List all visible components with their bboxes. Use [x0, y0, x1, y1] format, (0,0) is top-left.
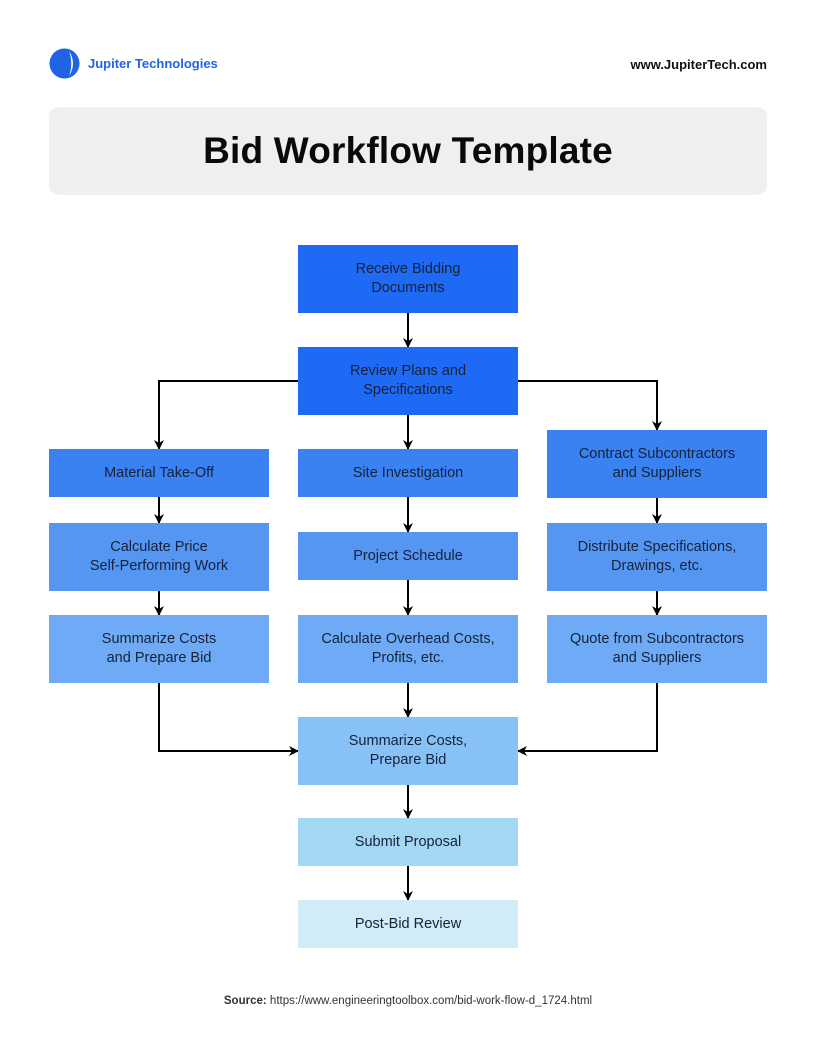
- flow-node-schedule: Project Schedule: [298, 532, 518, 580]
- arrow-quote-to-summ-center: [517, 683, 658, 756]
- flow-node-submit: Submit Proposal: [298, 818, 518, 866]
- source-label: Source:: [223, 995, 267, 1007]
- source-url[interactable]: https://www.engineeringtoolbox.com/bid-w…: [270, 995, 592, 1007]
- flow-node-site: Site Investigation: [298, 449, 518, 497]
- arrow-summ-left-to-summ-center: [158, 683, 299, 756]
- source-citation: Source: https://www.engineeringtoolbox.c…: [0, 995, 816, 1007]
- flow-node-contract: Contract Subcontractors and Suppliers: [547, 430, 767, 498]
- flow-node-material: Material Take-Off: [49, 449, 269, 497]
- arrow-review-to-contract: [518, 380, 662, 431]
- flow-node-overhead: Calculate Overhead Costs, Profits, etc.: [298, 615, 518, 683]
- flow-node-distribute: Distribute Specifications, Drawings, etc…: [547, 523, 767, 591]
- arrow-review-to-material: [154, 380, 298, 450]
- flow-node-receive: Receive Bidding Documents: [298, 245, 518, 313]
- flow-node-summ-center: Summarize Costs, Prepare Bid: [298, 717, 518, 785]
- flow-node-summ-left: Summarize Costs and Prepare Bid: [49, 615, 269, 683]
- flow-node-quote: Quote from Subcontractors and Suppliers: [547, 615, 767, 683]
- flow-node-review: Review Plans and Specifications: [298, 347, 518, 415]
- workflow-diagram: Receive Bidding Documents Review Plans an…: [0, 0, 816, 1056]
- flow-node-calc-price: Calculate Price Self-Performing Work: [49, 523, 269, 591]
- flow-node-postbid: Post-Bid Review: [298, 900, 518, 948]
